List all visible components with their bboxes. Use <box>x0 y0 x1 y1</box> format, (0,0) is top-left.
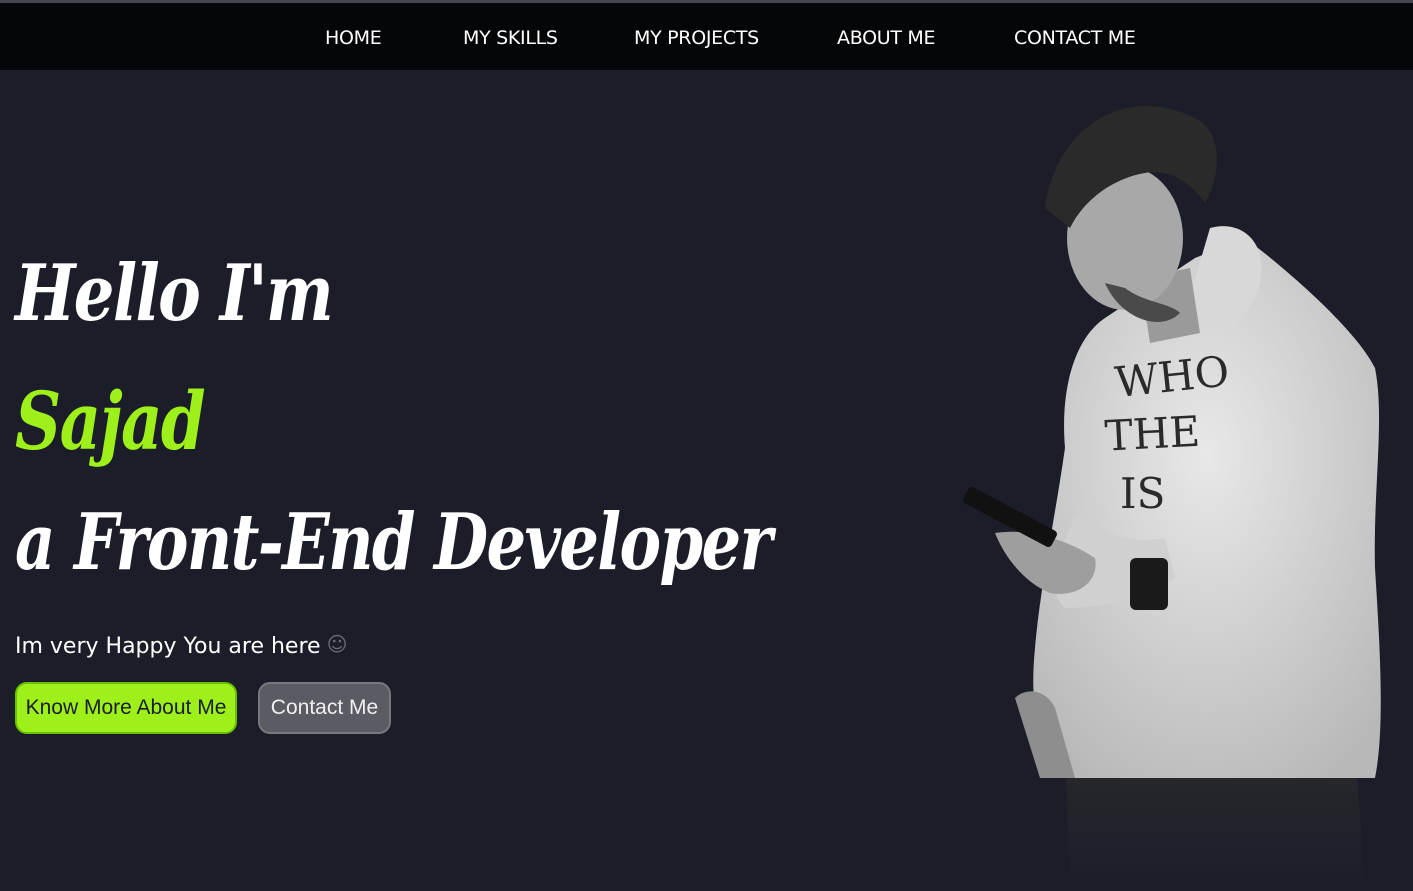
hero-subtitle: Im very Happy You are here ☺ <box>15 632 347 659</box>
hero-subtitle-text: Im very Happy You are here <box>15 634 321 659</box>
hoodie-text-line-2: THE <box>1104 407 1202 461</box>
nav-my-skills[interactable]: MY SKILLS <box>463 27 558 49</box>
contact-me-button[interactable]: Contact Me <box>258 682 391 734</box>
nav-home[interactable]: HOME <box>325 27 382 49</box>
hero-role: a Front-End Developer <box>15 497 773 588</box>
know-more-button[interactable]: Know More About Me <box>15 682 237 734</box>
nav-my-projects[interactable]: MY PROJECTS <box>634 27 759 49</box>
hero-greeting: Hello I'm <box>15 248 334 339</box>
hoodie-text-line-3: IS <box>1120 469 1165 518</box>
nav-about-me[interactable]: ABOUT ME <box>837 27 936 49</box>
navbar: HOME MY SKILLS MY PROJECTS ABOUT ME CONT… <box>0 3 1413 70</box>
nav-contact-me[interactable]: CONTACT ME <box>1014 27 1136 49</box>
wristband-shape <box>1130 558 1168 610</box>
person-photo-icon: WHO THE IS <box>963 105 1381 891</box>
smile-icon: ☺ <box>326 632 348 656</box>
hero-name: Sajad <box>15 374 206 468</box>
